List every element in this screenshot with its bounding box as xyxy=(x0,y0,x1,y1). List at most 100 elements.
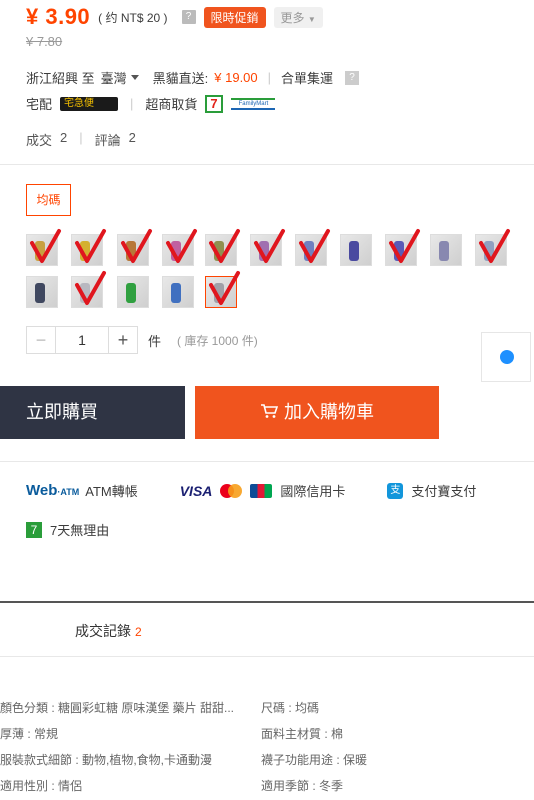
check-mark-icon xyxy=(254,229,285,263)
variant-image xyxy=(171,283,181,303)
attr-color: 顏色分類 : 糖圓彩虹糖 原味漢堡 藥片 甜甜... xyxy=(0,701,235,715)
check-mark-icon xyxy=(479,229,510,263)
seven-day-icon: 7 xyxy=(26,521,42,538)
chevron-down-icon: ▼ xyxy=(307,14,316,24)
promo-badge: 限時促銷 xyxy=(203,6,266,28)
variant-thumb[interactable] xyxy=(162,276,194,308)
check-mark-icon xyxy=(166,229,197,263)
size-option-onesize[interactable]: 均碼 xyxy=(26,184,71,216)
intl-card-label: 國際信用卡 xyxy=(280,484,346,499)
current-price: ¥ 3.90 xyxy=(26,4,91,29)
variant-thumb[interactable] xyxy=(250,229,285,266)
check-mark-icon xyxy=(299,229,330,263)
webatm-text: Web xyxy=(26,482,58,499)
returns-row: 7 7天無理由 xyxy=(26,520,109,539)
yamato-logo: 宅急便 xyxy=(60,96,119,111)
buy-now-button[interactable]: 立即購買 xyxy=(0,386,185,439)
more-label: 更多 xyxy=(280,10,305,25)
quantity-stepper: − 1 + 件 ( 庫存 1000 件) xyxy=(26,326,258,354)
cart-icon xyxy=(260,387,279,440)
attr-thickness: 厚薄 : 常規 xyxy=(0,727,59,741)
variant-thumb[interactable] xyxy=(295,229,330,266)
stock-info: ( 庫存 1000 件) xyxy=(177,333,258,348)
converted-price: ( 约 NT$ 20 ) xyxy=(98,10,168,25)
attr-style-detail: 服裝款式細節 : 動物,植物,食物,卡通動漫 xyxy=(0,753,213,767)
variant-thumb[interactable] xyxy=(430,234,462,266)
returns-label: 7天無理由 xyxy=(50,523,110,538)
attr-season: 適用季節 : 冬季 xyxy=(261,779,344,793)
variant-thumb[interactable] xyxy=(117,229,152,266)
section-divider xyxy=(0,461,534,462)
variant-image xyxy=(35,283,45,303)
familymart-logo: FamilyMart xyxy=(231,97,276,110)
records-count: 2 xyxy=(135,625,142,639)
variant-thumb[interactable] xyxy=(205,271,240,308)
check-mark-icon xyxy=(30,229,61,263)
check-mark-icon xyxy=(75,271,106,305)
more-button[interactable]: 更多 ▼ xyxy=(273,6,323,28)
destination-label: 臺灣 xyxy=(100,71,127,86)
floating-chat-button[interactable] xyxy=(481,332,531,382)
variant-thumb[interactable] xyxy=(26,276,58,308)
webatm-logo: Web·ATM xyxy=(26,482,79,499)
attr-function: 襪子功能用途 : 保暖 xyxy=(261,753,368,767)
home-delivery-label: 宅配 xyxy=(26,97,53,112)
records-tab-bar: 成交記錄 2 xyxy=(0,601,534,657)
variant-image xyxy=(349,241,359,261)
variant-image xyxy=(126,283,136,303)
visa-logo: VISA xyxy=(179,482,213,499)
attr-gender: 適用性別 : 情侶 xyxy=(0,779,83,793)
check-mark-icon xyxy=(389,229,420,263)
payment-methods: Web·ATM ATM轉帳 VISA 國際信用卡 支 支付寶支付 xyxy=(26,481,476,500)
check-mark-icon xyxy=(121,229,152,263)
add-to-cart-button[interactable]: 加入購物車 xyxy=(195,386,439,439)
jcb-icon xyxy=(250,483,273,498)
records-label: 成交記錄 xyxy=(75,623,131,639)
destination-select[interactable]: 臺灣 xyxy=(101,68,139,87)
variant-thumb[interactable] xyxy=(205,229,240,266)
check-mark-icon xyxy=(209,229,240,263)
variant-thumb[interactable] xyxy=(117,276,149,308)
variant-thumb[interactable] xyxy=(71,229,106,266)
variant-thumb[interactable] xyxy=(340,234,372,266)
tab-transaction-records[interactable]: 成交記錄 2 xyxy=(75,621,142,641)
consolidation-label: 合單集運 xyxy=(281,71,334,86)
divider: | xyxy=(130,96,134,111)
variant-thumb[interactable] xyxy=(385,229,420,266)
add-to-cart-label: 加入購物車 xyxy=(284,402,374,422)
store-pickup-label: 超商取貨 xyxy=(145,97,198,112)
delivery-row: 宅配 宅急便 | 超商取貨 7 FamilyMart xyxy=(26,94,276,113)
atm-transfer-label: ATM轉帳 xyxy=(85,484,138,499)
webatm-small: ·ATM xyxy=(57,487,80,497)
variant-thumb[interactable] xyxy=(162,229,197,266)
section-divider xyxy=(0,164,534,165)
price-row: ¥ 3.90 ( 约 NT$ 20 ) ? 限時促銷 更多 ▼ xyxy=(26,2,323,32)
shipping-row: 浙江紹興 至 臺灣 黑貓直送: ¥ 19.00 | 合單集運 ? xyxy=(26,68,360,87)
sold-label: 成交 xyxy=(26,133,53,148)
divider: | xyxy=(267,70,272,85)
attr-size: 尺碼 : 均碼 xyxy=(261,701,320,715)
quantity-minus-button[interactable]: − xyxy=(26,326,56,354)
original-price: ¥ 7.80 xyxy=(26,34,63,49)
shipping-help-icon[interactable]: ? xyxy=(345,70,360,85)
alipay-icon: 支 xyxy=(387,482,404,499)
price-help-icon[interactable]: ? xyxy=(181,10,196,24)
variant-thumb[interactable] xyxy=(26,229,61,266)
stats-row: 成交 2 | 評論 2 xyxy=(26,130,136,149)
variant-thumb[interactable] xyxy=(71,271,106,308)
attr-material: 面料主材質 : 棉 xyxy=(261,727,344,741)
reviews-label[interactable]: 評論 xyxy=(95,130,121,149)
variant-thumb[interactable] xyxy=(475,229,510,266)
alipay-label: 支付寶支付 xyxy=(411,484,477,499)
seven-eleven-logo: 7 xyxy=(205,94,224,113)
check-mark-icon xyxy=(209,271,240,305)
ship-from: 浙江紹興 至 xyxy=(26,71,95,86)
ship-fee: ¥ 19.00 xyxy=(214,70,258,85)
quantity-input[interactable]: 1 xyxy=(56,326,108,354)
sold-count: 2 xyxy=(60,130,68,145)
variant-image xyxy=(439,241,449,261)
quantity-plus-button[interactable]: + xyxy=(108,326,138,354)
caret-down-icon xyxy=(130,75,139,80)
reviews-count: 2 xyxy=(128,130,136,145)
seven-eleven-mark: 7 xyxy=(210,95,218,111)
